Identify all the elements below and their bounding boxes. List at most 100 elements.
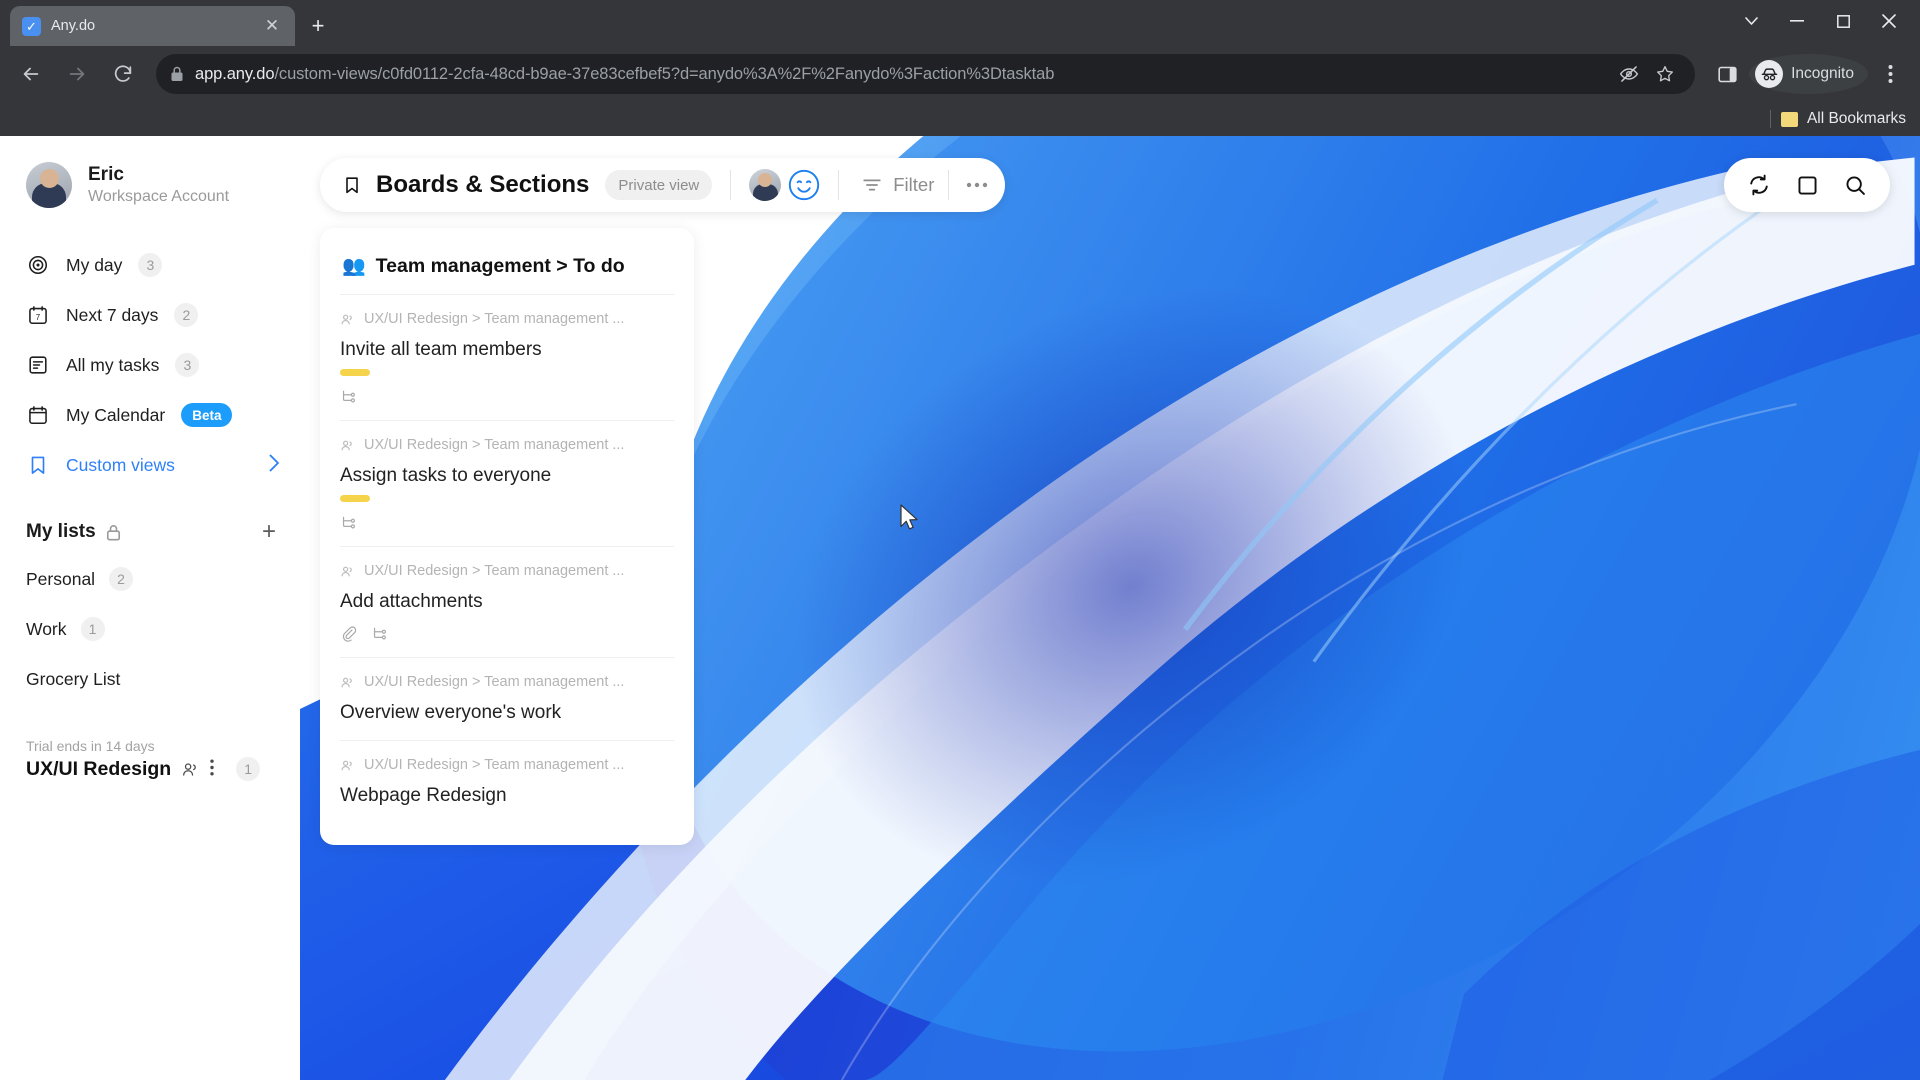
avatar[interactable] bbox=[749, 169, 782, 201]
workspace-name: UX/UI Redesign bbox=[26, 757, 172, 780]
back-arrow-icon[interactable] bbox=[10, 53, 52, 95]
chrome-right-actions: Incognito bbox=[1707, 54, 1910, 94]
subtask-branch-icon bbox=[371, 625, 388, 642]
subtask-branch-icon bbox=[340, 388, 357, 405]
calendar-icon bbox=[26, 403, 50, 427]
tab-strip: ✓ Any.do ✕ + bbox=[0, 0, 1920, 46]
trial-status-text: Trial ends in 14 days bbox=[26, 738, 155, 754]
sidebar-item-custom-views[interactable]: Custom views bbox=[0, 440, 300, 490]
people-icon bbox=[340, 564, 355, 579]
card-title: Webpage Redesign bbox=[340, 785, 507, 806]
minimize-icon[interactable] bbox=[1774, 2, 1820, 40]
sidebar-item-work[interactable]: Work 1 bbox=[0, 604, 300, 654]
lock-icon bbox=[170, 66, 184, 82]
list-label: Personal bbox=[26, 568, 96, 589]
sidebar-item-next-7-days[interactable]: 7 Next 7 days 2 bbox=[0, 290, 300, 340]
subtask-branch-icon bbox=[340, 514, 357, 531]
all-bookmarks-button[interactable]: All Bookmarks bbox=[1780, 110, 1906, 128]
url-path: /custom-views/c0fd0112-2cfa-48cd-b9ae-37… bbox=[274, 64, 1055, 83]
count-badge: 1 bbox=[236, 757, 261, 781]
people-icon bbox=[340, 312, 355, 327]
browser-tab[interactable]: ✓ Any.do ✕ bbox=[10, 6, 295, 46]
eye-slash-icon[interactable] bbox=[1613, 58, 1645, 90]
list-document-icon bbox=[26, 353, 50, 377]
filter-label: Filter bbox=[893, 174, 935, 195]
task-card[interactable]: UX/UI Redesign > Team management ... Web… bbox=[340, 740, 674, 823]
star-bookmark-icon[interactable] bbox=[1649, 58, 1681, 90]
browser-window: ✓ Any.do ✕ + app.any.do/custom-views/c0f… bbox=[0, 0, 1920, 1080]
kebab-menu-icon[interactable] bbox=[210, 759, 214, 779]
people-icon bbox=[340, 438, 355, 453]
sidebar-item-personal[interactable]: Personal 2 bbox=[0, 554, 300, 604]
sidebar-item-my-day[interactable]: My day 3 bbox=[0, 240, 300, 290]
count-badge: 3 bbox=[175, 353, 200, 377]
side-panel-icon[interactable] bbox=[1707, 54, 1747, 94]
ellipsis-icon[interactable] bbox=[959, 167, 995, 203]
tag-badge bbox=[340, 369, 370, 376]
card-title: Invite all team members bbox=[340, 339, 542, 360]
sidebar-item-label: Custom views bbox=[66, 454, 175, 475]
three-dot-menu-icon[interactable] bbox=[1870, 54, 1910, 94]
chevron-down-icon[interactable] bbox=[1728, 2, 1774, 40]
maximize-icon[interactable] bbox=[1820, 2, 1866, 40]
smiley-face-icon[interactable] bbox=[788, 169, 820, 201]
forward-arrow-icon[interactable] bbox=[56, 53, 98, 95]
breadcrumb-text: UX/UI Redesign > Team management ... bbox=[364, 757, 625, 773]
all-bookmarks-label: All Bookmarks bbox=[1806, 110, 1906, 127]
page-title: Boards & Sections bbox=[376, 171, 590, 198]
bookmark-icon bbox=[26, 453, 50, 477]
card-breadcrumb: UX/UI Redesign > Team management ... bbox=[340, 563, 674, 579]
tab-title: Any.do bbox=[51, 18, 96, 34]
card-breadcrumb: UX/UI Redesign > Team management ... bbox=[340, 674, 674, 690]
task-card[interactable]: UX/UI Redesign > Team management ... Ass… bbox=[340, 420, 674, 546]
sidebar-profile[interactable]: Eric Workspace Account bbox=[0, 136, 300, 230]
sidebar-item-all-my-tasks[interactable]: All my tasks 3 bbox=[0, 340, 300, 390]
filter-button[interactable]: Filter bbox=[857, 174, 938, 196]
sidebar-item-label: My Calendar bbox=[66, 404, 166, 425]
task-card[interactable]: UX/UI Redesign > Team management ... Add… bbox=[340, 546, 674, 657]
sidebar-item-my-calendar[interactable]: My Calendar Beta bbox=[0, 390, 300, 440]
people-icon[interactable] bbox=[181, 760, 200, 779]
add-list-button[interactable]: + bbox=[262, 520, 276, 544]
reload-icon[interactable] bbox=[102, 53, 144, 95]
window-close-icon[interactable] bbox=[1866, 2, 1912, 40]
count-badge: 2 bbox=[109, 567, 134, 591]
breadcrumb-text: UX/UI Redesign > Team management ... bbox=[364, 437, 625, 453]
incognito-hat-icon bbox=[1755, 60, 1784, 88]
sidebar-nav: My day 3 7 Next 7 days 2 All my tasks 3 bbox=[0, 230, 300, 490]
card-title: Assign tasks to everyone bbox=[340, 465, 552, 486]
incognito-label: Incognito bbox=[1791, 65, 1854, 82]
visibility-badge[interactable]: Private view bbox=[605, 170, 713, 200]
card-breadcrumb: UX/UI Redesign > Team management ... bbox=[340, 757, 674, 773]
app-body: Eric Workspace Account My day 3 7 Next 7… bbox=[0, 136, 1920, 1080]
new-tab-button[interactable]: + bbox=[301, 9, 335, 43]
paperclip-icon bbox=[340, 625, 357, 642]
url-text: app.any.do/custom-views/c0fd0112-2cfa-48… bbox=[195, 65, 1054, 84]
people-icon bbox=[340, 758, 355, 773]
incognito-profile-button[interactable]: Incognito bbox=[1749, 54, 1868, 94]
sync-refresh-icon[interactable] bbox=[1738, 164, 1780, 206]
my-lists-title: My lists bbox=[26, 521, 96, 542]
sidebar-item-label: My day bbox=[66, 254, 123, 275]
square-board-icon[interactable] bbox=[1786, 164, 1828, 206]
chevron-right-icon[interactable] bbox=[269, 454, 280, 477]
svg-text:7: 7 bbox=[36, 313, 40, 322]
breadcrumb-text: UX/UI Redesign > Team management ... bbox=[364, 563, 625, 579]
avatar bbox=[26, 162, 72, 208]
divider bbox=[838, 170, 840, 200]
search-icon[interactable] bbox=[1834, 164, 1876, 206]
sidebar-item-grocery-list[interactable]: Grocery List bbox=[0, 654, 300, 704]
count-badge: 1 bbox=[80, 617, 105, 641]
list-label: Grocery List bbox=[26, 668, 121, 689]
task-card[interactable]: UX/UI Redesign > Team management ... Inv… bbox=[340, 294, 674, 420]
bookmark-icon[interactable] bbox=[342, 173, 362, 197]
card-breadcrumb: UX/UI Redesign > Team management ... bbox=[340, 437, 674, 453]
task-card[interactable]: UX/UI Redesign > Team management ... Ove… bbox=[340, 657, 674, 740]
count-badge: 3 bbox=[138, 253, 163, 277]
target-icon bbox=[26, 253, 50, 277]
address-bar[interactable]: app.any.do/custom-views/c0fd0112-2cfa-48… bbox=[156, 54, 1696, 94]
column-header[interactable]: 👥 Team management > To do bbox=[320, 228, 694, 294]
close-icon[interactable]: ✕ bbox=[261, 15, 283, 37]
column-title: Team management > To do bbox=[375, 254, 625, 277]
workspace-row[interactable]: UX/UI Redesign 1 bbox=[26, 757, 276, 781]
